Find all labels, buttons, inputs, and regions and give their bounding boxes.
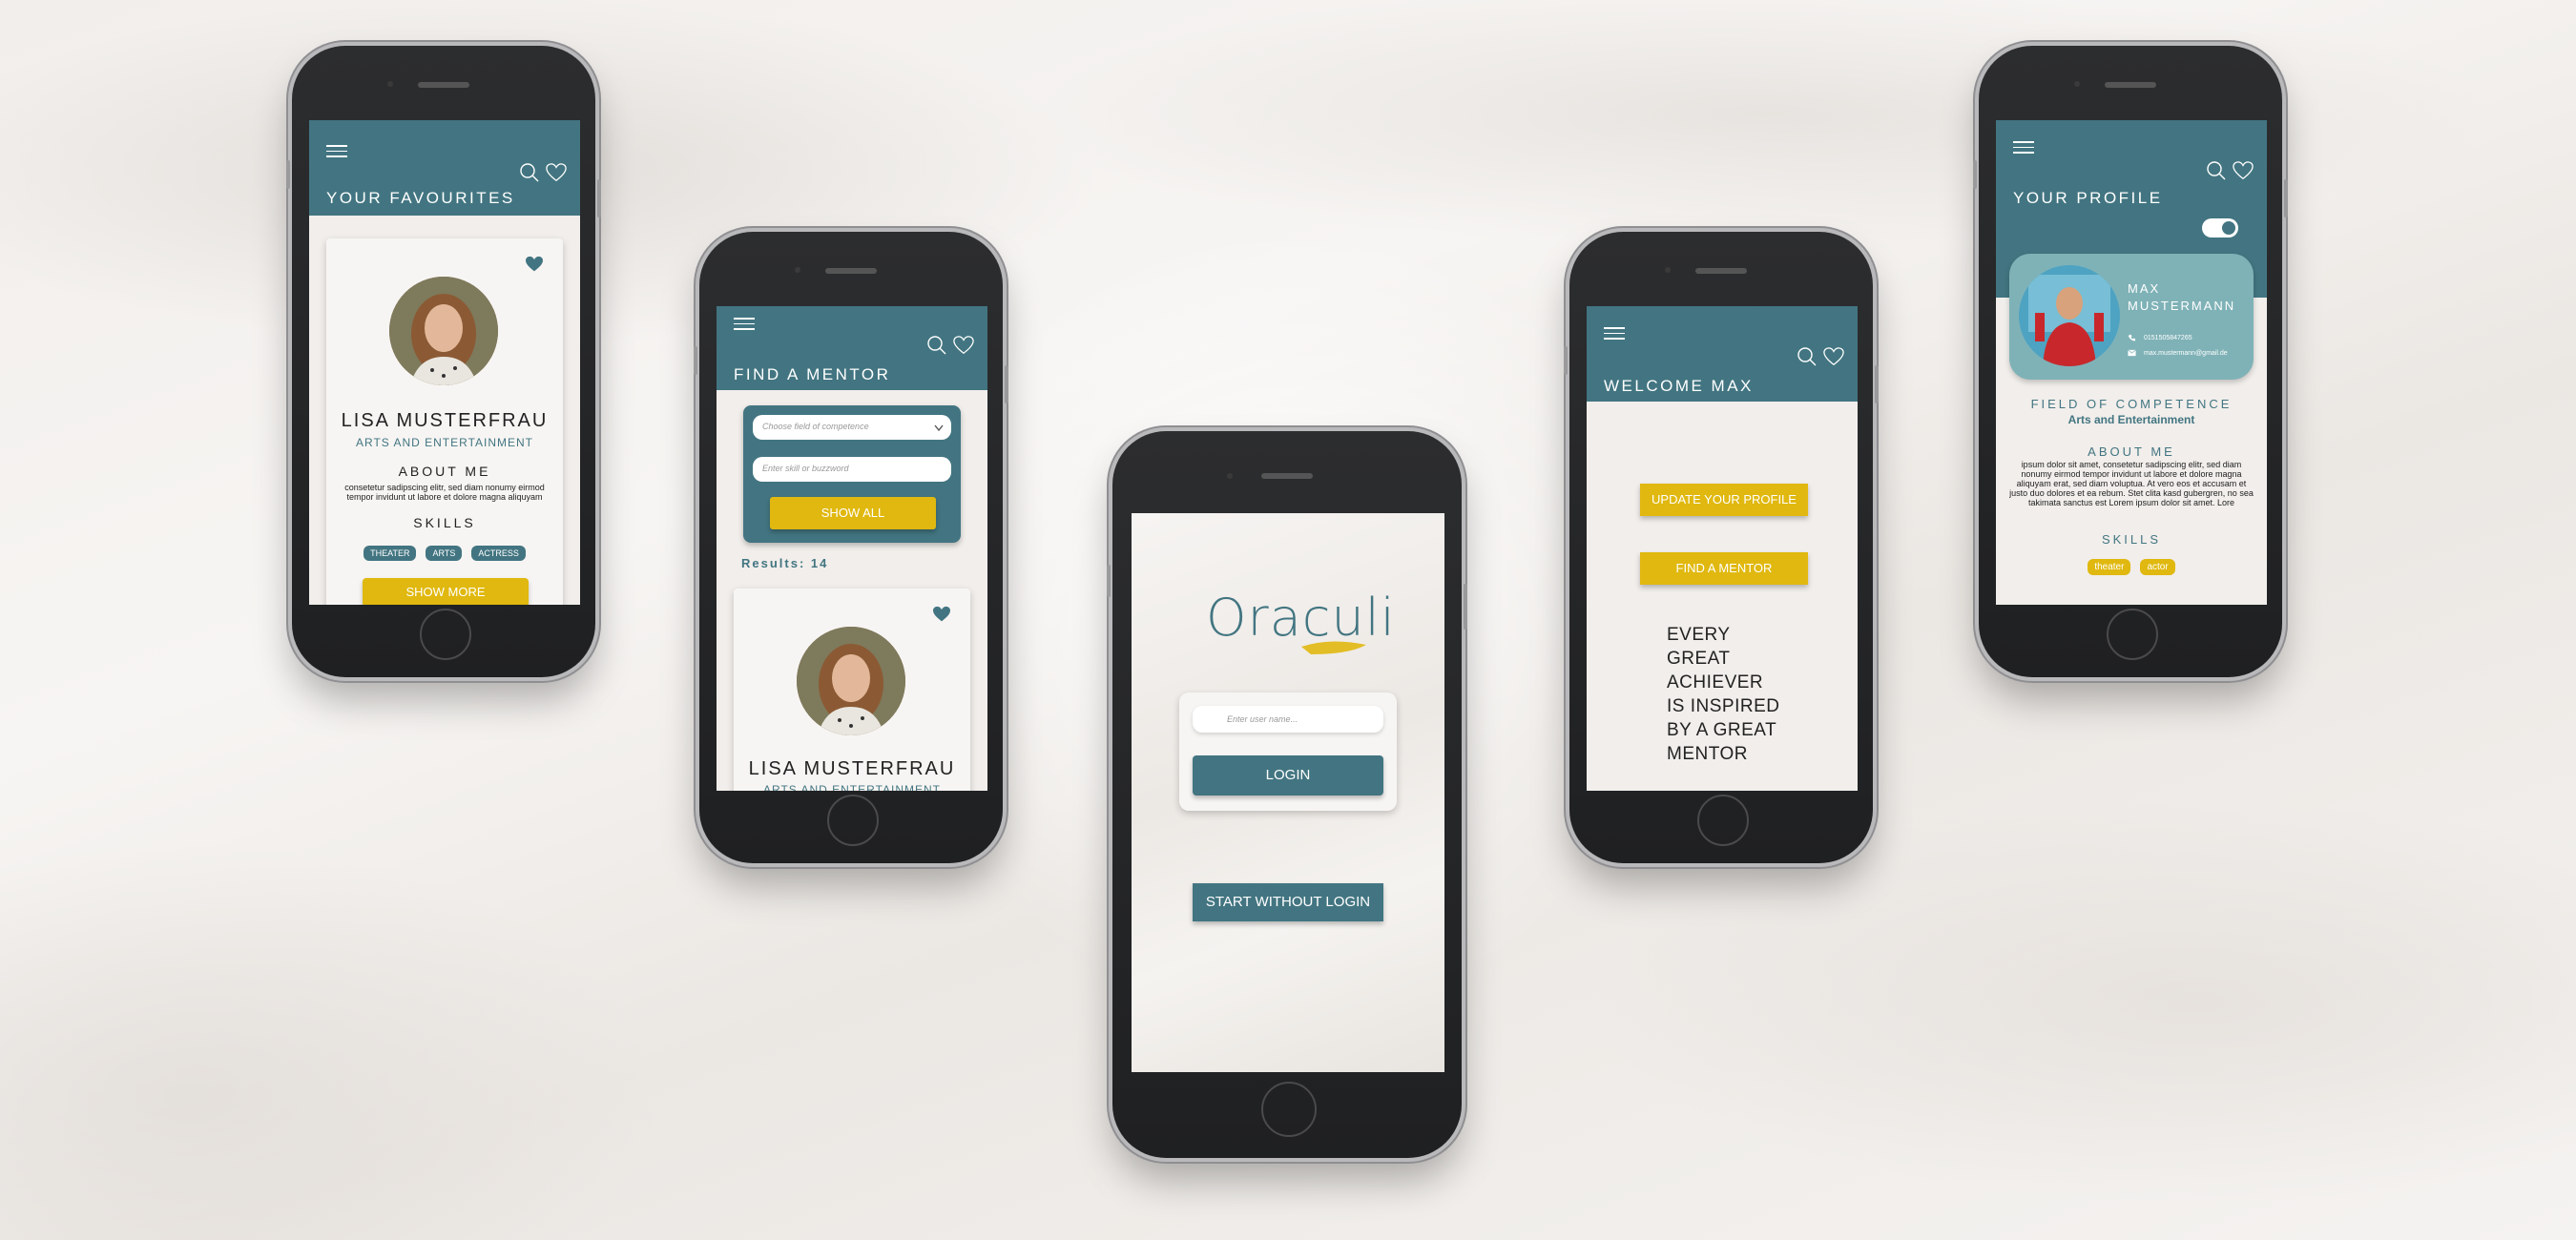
quote-text: EVERY GREAT ACHIEVER IS INSPIRED BY A GR… xyxy=(1667,625,1780,764)
profile-card: MAX MUSTERMANN 0151505847265 max.musterm… xyxy=(2009,254,2254,380)
search-icon[interactable] xyxy=(1797,346,1818,367)
heart-filled-icon[interactable] xyxy=(932,606,951,623)
competence-value: Arts and Entertainment xyxy=(2067,413,2195,426)
heart-filled-icon[interactable] xyxy=(525,256,544,273)
heart-icon[interactable] xyxy=(2233,160,2254,181)
phone-favourites: YOUR FAVOURITES LISA MUSTERFRAU ARTS AND… xyxy=(286,46,601,677)
chevron-down-icon xyxy=(934,424,944,432)
mentor-card[interactable]: LISA MUSTERFRAU ARTS AND ENTERTAINMENT A… xyxy=(326,238,563,605)
skills-heading: SKILLS xyxy=(413,515,476,530)
home-button[interactable] xyxy=(827,795,879,846)
find-mentor-button[interactable]: FIND A MENTOR xyxy=(1640,552,1808,585)
username-input[interactable]: Enter user name... xyxy=(1193,706,1383,733)
show-all-button[interactable]: SHOW ALL xyxy=(770,497,936,529)
heart-icon[interactable] xyxy=(953,335,974,356)
competence-select[interactable]: Choose field of competence xyxy=(753,415,951,440)
search-icon[interactable] xyxy=(2206,160,2227,181)
screen: Oraculi Enter user name... LOGIN START W… xyxy=(1132,513,1444,1072)
heart-icon[interactable] xyxy=(1823,346,1844,367)
results-count: Results: 14 xyxy=(741,556,829,570)
page-title: YOUR FAVOURITES xyxy=(326,189,515,207)
home-button[interactable] xyxy=(1697,795,1749,846)
visibility-toggle[interactable] xyxy=(2202,218,2238,238)
search-icon[interactable] xyxy=(519,162,540,183)
phone-welcome: WELCOME MAX UPDATE YOUR PROFILE FIND A M… xyxy=(1564,232,1879,863)
about-text: ipsum dolor sit amet, consetetur sadipsc… xyxy=(2009,460,2254,507)
skill-chip[interactable]: actor xyxy=(2140,559,2175,575)
skill-search-input[interactable]: Enter skill or buzzword xyxy=(753,457,951,482)
screen: YOUR FAVOURITES LISA MUSTERFRAU ARTS AND… xyxy=(309,120,580,605)
mentor-card[interactable]: LISA MUSTERFRAU ARTS AND ENTERTAINMENT xyxy=(734,589,970,791)
menu-icon[interactable] xyxy=(2013,141,2034,155)
mentor-field: ARTS AND ENTERTAINMENT xyxy=(762,783,942,791)
menu-icon[interactable] xyxy=(734,318,755,331)
skill-chip[interactable]: ARTS xyxy=(426,546,463,561)
screen: WELCOME MAX UPDATE YOUR PROFILE FIND A M… xyxy=(1587,306,1858,791)
avatar xyxy=(2019,265,2120,366)
search-panel: Choose field of competence Enter skill o… xyxy=(743,405,961,543)
phone-login: Oraculi Enter user name... LOGIN START W… xyxy=(1107,431,1467,1158)
avatar xyxy=(389,277,498,385)
app-logo: Oraculi xyxy=(1206,588,1395,664)
screen: FIND A MENTOR Choose field of competence… xyxy=(717,306,987,791)
profile-phone: 0151505847265 xyxy=(2144,335,2192,341)
home-button[interactable] xyxy=(1261,1082,1317,1137)
skill-chip[interactable]: THEATER xyxy=(364,546,417,561)
skills-heading: SKILLS xyxy=(2101,532,2162,547)
about-heading: ABOUT ME xyxy=(2088,444,2175,459)
menu-icon[interactable] xyxy=(1604,327,1625,341)
update-profile-button[interactable]: UPDATE YOUR PROFILE xyxy=(1640,484,1808,516)
menu-icon[interactable] xyxy=(326,145,347,158)
mentor-name: LISA MUSTERFRAU xyxy=(341,410,549,431)
skill-chip[interactable]: theater xyxy=(2088,559,2131,575)
screen: YOUR PROFILE MAX MUSTERMANN 015150584726… xyxy=(1996,120,2267,605)
page-title: WELCOME MAX xyxy=(1604,377,1754,395)
phone-profile: YOUR PROFILE MAX MUSTERMANN 015150584726… xyxy=(1973,46,2288,677)
heart-icon[interactable] xyxy=(546,162,567,183)
start-without-login-button[interactable]: START WITHOUT LOGIN xyxy=(1193,883,1383,921)
mentor-name: LISA MUSTERFRAU xyxy=(748,758,956,779)
login-panel: Enter user name... LOGIN xyxy=(1179,692,1397,811)
phone-icon xyxy=(2128,334,2136,341)
phone-find-mentor: FIND A MENTOR Choose field of competence… xyxy=(694,232,1008,863)
home-button[interactable] xyxy=(2107,609,2158,660)
profile-name: MAX MUSTERMANN xyxy=(2128,281,2236,313)
page-title: FIND A MENTOR xyxy=(734,365,891,383)
page-title: YOUR PROFILE xyxy=(2013,189,2163,207)
mentor-field: ARTS AND ENTERTAINMENT xyxy=(355,436,534,449)
search-icon[interactable] xyxy=(926,335,947,356)
about-heading: ABOUT ME xyxy=(398,464,491,479)
show-more-button[interactable]: SHOW MORE xyxy=(363,578,529,605)
profile-email: max.mustermann@gmail.de xyxy=(2144,349,2228,357)
mail-icon xyxy=(2128,349,2136,357)
competence-heading: FIELD OF COMPETENCE xyxy=(2030,397,2233,411)
avatar xyxy=(797,627,905,735)
login-button[interactable]: LOGIN xyxy=(1193,755,1383,796)
skill-chip[interactable]: ACTRESS xyxy=(471,546,526,561)
home-button[interactable] xyxy=(420,609,471,660)
about-text: consetetur sadipscing elitr, sed diam no… xyxy=(344,483,545,502)
